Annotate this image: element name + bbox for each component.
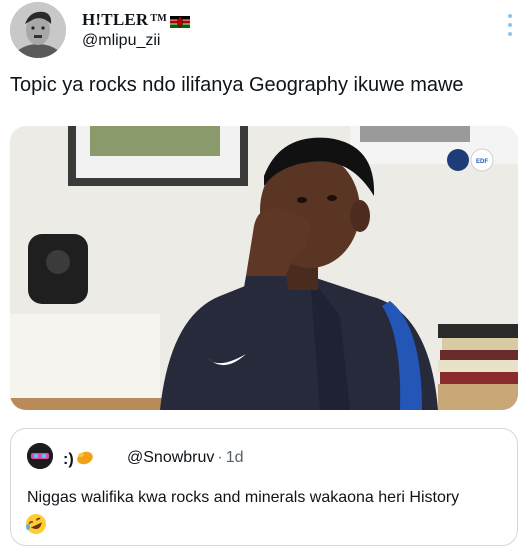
author-name-text: H!TLER <box>82 10 149 29</box>
quoted-author-avatar[interactable] <box>27 443 53 469</box>
kenya-flag-icon <box>169 13 190 28</box>
quoted-tweet[interactable]: :) @Snowbruv · 1d Niggas walifika kwa rock… <box>10 428 518 546</box>
quoted-meta: @Snowbruv · 1d <box>127 449 244 467</box>
edf-badge-text: EDF <box>476 159 488 165</box>
trademark-sup: TM <box>150 12 167 24</box>
quoted-timestamp[interactable]: 1d <box>226 449 244 466</box>
quoted-author-name[interactable]: :) <box>63 449 94 470</box>
mango-emoji-icon <box>76 449 94 470</box>
author-avatar[interactable] <box>10 2 66 58</box>
author-display-name[interactable]: H!TLER TM <box>82 10 190 30</box>
quoted-author-name-text: :) <box>63 450 74 468</box>
author-handle[interactable]: @mlipu_zii <box>82 32 160 50</box>
more-options-icon[interactable] <box>502 14 518 36</box>
tweet-text: Topic ya rocks ndo ilifanya Geography ik… <box>10 74 464 96</box>
quoted-author-handle[interactable]: @Snowbruv <box>127 449 214 466</box>
tweet-media-image[interactable]: EDF <box>10 126 518 410</box>
tweet-header: H!TLER TM @mlipu_zii <box>10 2 522 62</box>
meta-separator: · <box>217 449 223 466</box>
quoted-tweet-text: Niggas walifika kwa rocks and minerals w… <box>27 489 460 506</box>
rolling-on-floor-laughing-emoji-icon <box>25 513 47 535</box>
